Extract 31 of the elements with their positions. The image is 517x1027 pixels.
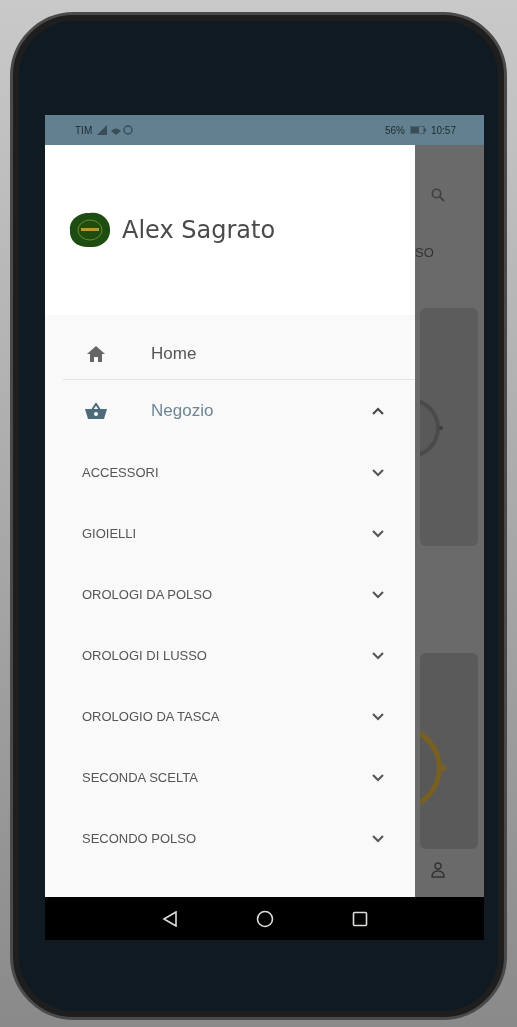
category-item[interactable]: SECONDA SCELTA [45,747,415,808]
brand-name: Alex Sagrato [122,216,276,244]
battery-icon [409,126,426,134]
carrier-name: TIM [75,124,93,136]
category-label: OROLOGI DI LUSSO [82,648,207,663]
signal-icon [97,125,136,135]
category-label: OROLOGI DA POLSO [82,587,213,602]
category-item[interactable]: SECONDO POLSO [45,808,415,869]
search-icon [431,188,445,202]
category-item[interactable]: OROLOGI DI LUSSO [45,625,415,686]
clock-time: 10:57 [430,124,456,136]
heading-fragment: SO [415,245,434,260]
category-label: OROLOGIO DA TASCA [82,709,220,724]
category-item[interactable]: GIOIELLI [45,503,415,564]
category-label: SECONDA SCELTA [82,770,198,785]
menu-item[interactable]: Negozio [45,380,415,442]
logo-icon [68,211,112,249]
category-item[interactable]: ACCESSORI [45,442,415,503]
person-icon [431,862,445,878]
category-item[interactable]: OROLOGIO DA TASCA [45,686,415,747]
home-icon [85,345,107,363]
category-label: SECONDO POLSO [82,831,197,846]
basket-icon [85,403,107,419]
recents-icon[interactable] [351,910,368,927]
menu-item[interactable]: Home [45,329,415,379]
category-item[interactable]: OROLOGI DA POLSO [45,564,415,625]
category-label: GIOIELLI [82,526,137,541]
category-label: ACCESSORI [82,465,159,480]
back-icon[interactable] [161,910,178,927]
home-button-icon[interactable] [255,909,274,928]
battery-percent: 56% [384,124,405,136]
